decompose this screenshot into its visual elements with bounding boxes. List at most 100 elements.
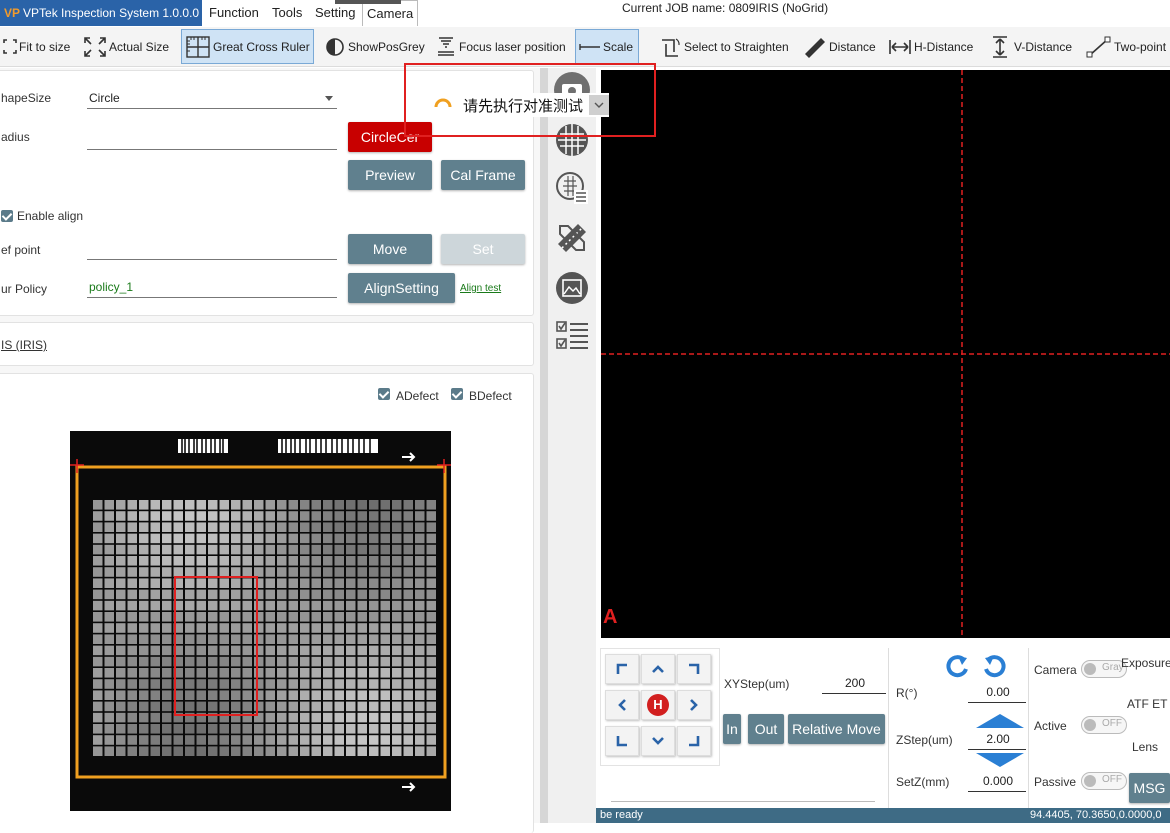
focus-laser-label: Focus laser position xyxy=(459,39,566,54)
home-icon: H xyxy=(647,694,669,716)
select-to-straighten-button[interactable]: Select to Straighten xyxy=(655,29,792,64)
ruler-pencil-icon xyxy=(558,224,586,252)
align-warning-popup[interactable]: 请先执行对准测试 xyxy=(425,93,610,117)
move-button[interactable]: Move xyxy=(348,234,432,264)
setz-input[interactable]: 0.000 xyxy=(968,772,1026,792)
enable-align-label: Enable align xyxy=(17,209,84,223)
checklist-tool-button[interactable] xyxy=(552,316,592,356)
status-text: be ready xyxy=(600,809,643,821)
jog-down-left-button[interactable] xyxy=(605,726,639,756)
lens-label: Lens xyxy=(1132,740,1159,754)
jog-down-button[interactable] xyxy=(641,726,675,756)
v-distance-icon xyxy=(993,35,1007,58)
align-test-link[interactable]: Align test xyxy=(460,283,501,294)
fit-to-size-button[interactable]: Fit to size xyxy=(0,29,73,64)
focus-laser-button[interactable]: Focus laser position xyxy=(432,29,569,64)
align-setting-button[interactable]: AlignSetting xyxy=(348,273,455,303)
scale-button[interactable]: Scale xyxy=(575,29,639,64)
shape-size-select[interactable]: Circle xyxy=(87,89,337,109)
jog-left-button[interactable] xyxy=(605,690,639,720)
cal-frame-button[interactable]: Cal Frame xyxy=(441,160,525,190)
jog-down-right-button[interactable] xyxy=(677,726,711,756)
active-label: Active xyxy=(1034,719,1067,733)
xystep-label: XYStep(um) xyxy=(724,677,790,691)
chevron-down-icon xyxy=(325,96,333,101)
map-list-tool-button[interactable] xyxy=(552,168,592,208)
h-distance-icon xyxy=(889,39,911,54)
ref-point-input[interactable] xyxy=(87,240,337,260)
image-tool-button[interactable] xyxy=(552,268,592,308)
in-button[interactable]: In xyxy=(723,714,741,744)
set-button[interactable]: Set xyxy=(441,234,525,264)
contrast-icon xyxy=(326,37,344,56)
jog-up-button[interactable] xyxy=(641,654,675,684)
actual-size-button[interactable]: Actual Size xyxy=(80,29,172,64)
app-logo: VP xyxy=(4,6,21,20)
z-up-icon[interactable] xyxy=(976,714,1024,728)
rotate-cw-icon[interactable] xyxy=(980,652,1008,678)
exposure-label: Exposure xyxy=(1121,656,1170,670)
out-button[interactable]: Out xyxy=(748,714,784,744)
distance-label: Distance xyxy=(829,39,876,54)
enable-align-checkbox[interactable] xyxy=(1,210,13,222)
policy-label: ur Policy xyxy=(1,282,48,296)
bdefect-checkbox[interactable] xyxy=(451,388,463,400)
active-toggle-text: OFF xyxy=(1102,718,1122,729)
menu-tools[interactable]: Tools xyxy=(268,0,306,26)
corner-up-right-icon xyxy=(689,663,700,674)
popup-dropdown-button[interactable] xyxy=(589,95,610,115)
zstep-input[interactable]: 2.00 xyxy=(968,730,1026,750)
camera-view[interactable] xyxy=(601,70,1170,638)
v-distance-button[interactable]: V-Distance xyxy=(985,29,1075,64)
chevron-left-icon xyxy=(618,699,626,711)
active-tab-indicator xyxy=(335,0,401,4)
h-distance-button[interactable]: H-Distance xyxy=(885,29,976,64)
v-distance-label: V-Distance xyxy=(1014,39,1073,54)
distance-button[interactable]: Distance xyxy=(800,29,879,64)
chevron-down-icon xyxy=(594,102,604,108)
relative-move-button[interactable]: Relative Move xyxy=(788,714,885,744)
status-bar: be ready 94.4405, 70.3650,0.0000,0 xyxy=(596,808,1170,823)
menu-function[interactable]: Function xyxy=(205,0,263,26)
scale-line-icon xyxy=(579,43,600,50)
show-pos-grey-button[interactable]: ShowPosGrey xyxy=(321,29,428,64)
bdefect-label: BDefect xyxy=(469,389,512,403)
measure-tool-button[interactable] xyxy=(552,218,592,258)
iris-link[interactable]: IS (IRIS) xyxy=(1,338,47,352)
rotate-ccw-icon[interactable] xyxy=(944,652,972,678)
left-panel-scrollbar[interactable] xyxy=(540,68,548,823)
active-toggle[interactable]: OFF xyxy=(1081,716,1127,734)
checklist-icon xyxy=(556,321,588,349)
great-cross-ruler-button[interactable]: Great Cross Ruler xyxy=(181,29,314,64)
jog-up-right-button[interactable] xyxy=(677,654,711,684)
radius-input[interactable] xyxy=(87,130,337,150)
policy-input[interactable]: policy_1 xyxy=(87,278,337,298)
preview-button[interactable]: Preview xyxy=(348,160,432,190)
jog-up-left-button[interactable] xyxy=(605,654,639,684)
xystep-input[interactable]: 200 xyxy=(822,674,886,694)
rotation-input[interactable]: 0.00 xyxy=(968,683,1026,703)
corner-down-right-icon xyxy=(689,736,700,747)
passive-toggle[interactable]: OFF xyxy=(1081,772,1127,790)
msg-button[interactable]: MSG xyxy=(1129,773,1170,803)
corner-down-left-icon xyxy=(616,736,627,747)
chevron-down-icon xyxy=(652,737,664,745)
camera-label: Camera xyxy=(1034,663,1077,677)
z-down-icon[interactable] xyxy=(976,753,1024,767)
jog-right-button[interactable] xyxy=(677,690,711,720)
two-point-button[interactable]: Two-point xyxy=(1083,29,1169,64)
radius-label: adius xyxy=(1,130,30,144)
atf-label: ATF ET xyxy=(1127,697,1168,711)
rotation-label: R(°) xyxy=(896,686,918,700)
cross-ruler-icon xyxy=(186,35,210,58)
straighten-icon xyxy=(662,37,680,57)
map-card: ADefect BDefect xyxy=(0,373,534,833)
chevron-up-icon xyxy=(652,665,664,673)
adefect-checkbox[interactable] xyxy=(378,388,390,400)
focus-laser-icon xyxy=(438,36,454,56)
scale-label: Scale xyxy=(603,39,634,54)
app-title-text: VPTek Inspection System 1.0.0.0 xyxy=(23,6,200,20)
fit-to-size-label: Fit to size xyxy=(19,39,71,54)
jog-home-button[interactable]: H xyxy=(641,690,675,720)
wafer-map-image[interactable] xyxy=(70,431,451,811)
